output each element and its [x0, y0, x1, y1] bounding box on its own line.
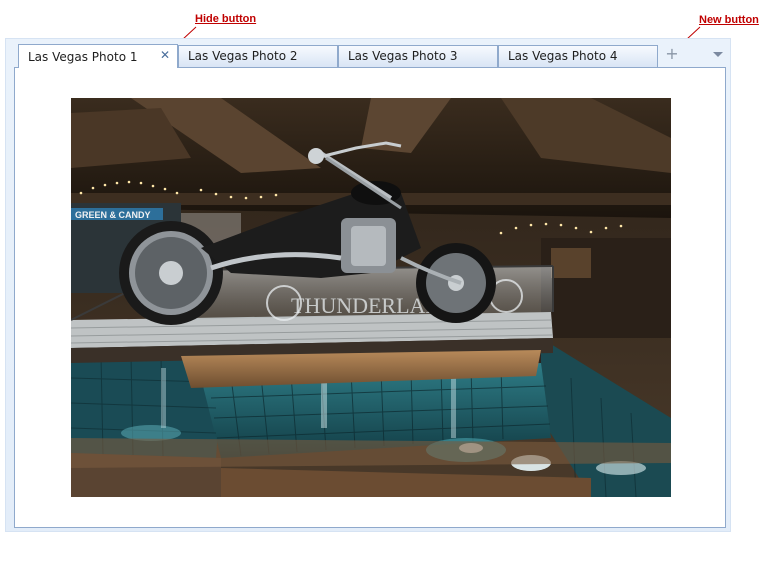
tab-strip: Las Vegas Photo 1 ✕ Las Vegas Photo 2 La…: [13, 44, 727, 68]
tab-las-vegas-photo-2[interactable]: Las Vegas Photo 2: [178, 45, 338, 67]
hide-button-callout: Hide button: [195, 13, 257, 25]
photo-illustration: GREEN & CANDY THUNDERLAK: [71, 98, 671, 497]
tab-las-vegas-photo-4[interactable]: Las Vegas Photo 4: [498, 45, 658, 67]
tab-label: Las Vegas Photo 1: [28, 50, 138, 64]
plus-icon[interactable]: +: [664, 46, 680, 63]
tab-las-vegas-photo-1[interactable]: Las Vegas Photo 1 ✕: [18, 44, 178, 68]
tab-label: Las Vegas Photo 3: [348, 49, 458, 63]
chevron-down-icon[interactable]: [710, 47, 726, 63]
shop-sign-text: GREEN & CANDY: [75, 210, 151, 220]
tab-label: Las Vegas Photo 2: [188, 49, 298, 63]
las-vegas-photo: GREEN & CANDY THUNDERLAK: [71, 98, 671, 497]
tab-content-panel: GREEN & CANDY THUNDERLAK: [14, 67, 726, 528]
tab-label: Las Vegas Photo 4: [508, 49, 618, 63]
tab-las-vegas-photo-3[interactable]: Las Vegas Photo 3: [338, 45, 498, 67]
close-icon[interactable]: ✕: [159, 49, 171, 61]
new-button-callout: New button: [699, 14, 759, 26]
